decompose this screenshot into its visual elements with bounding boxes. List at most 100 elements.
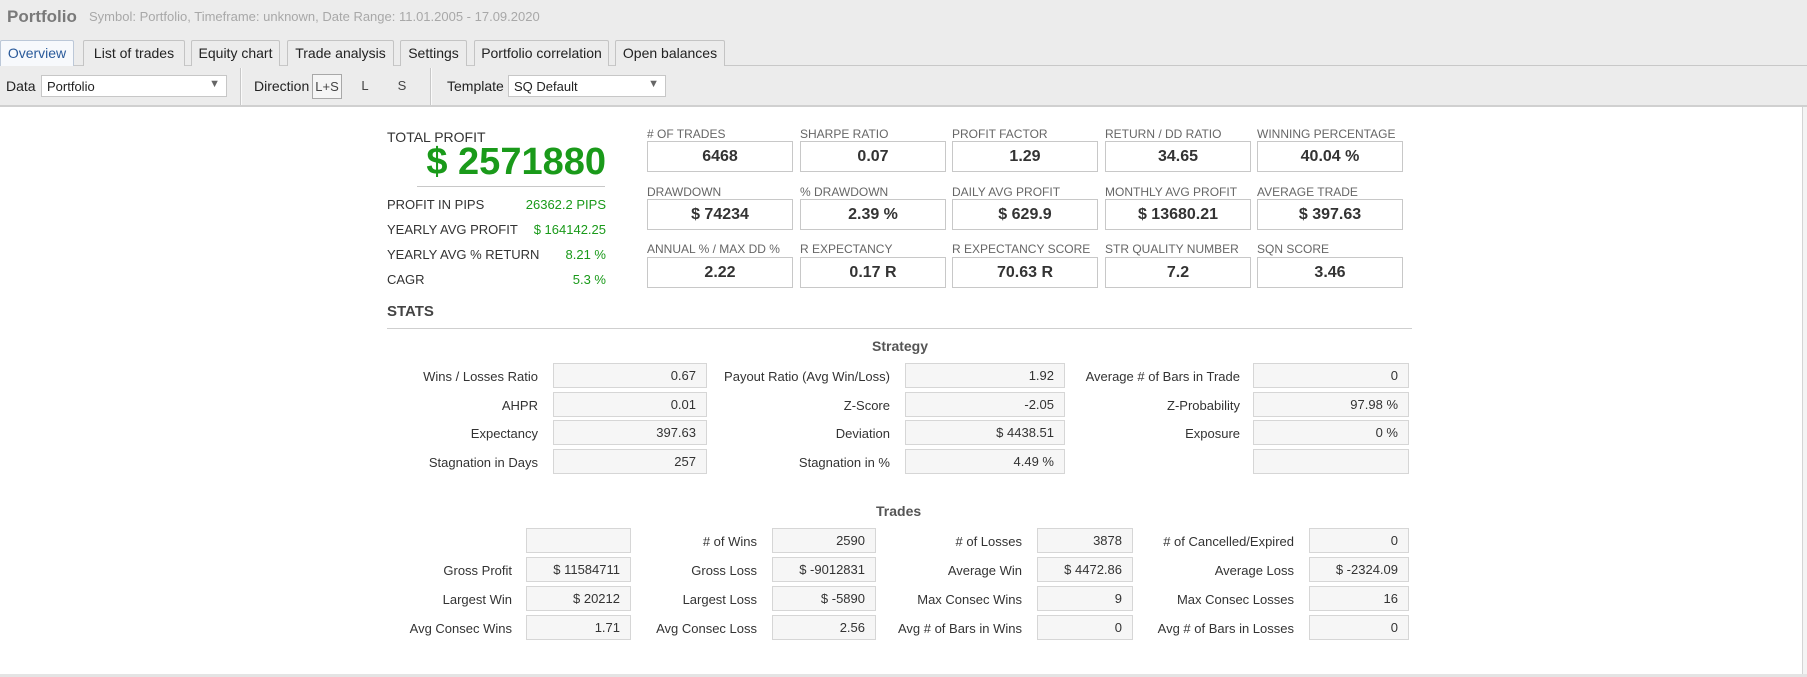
metric-label: RETURN / DD RATIO <box>1105 127 1222 141</box>
metric-label: DRAWDOWN <box>647 185 722 199</box>
tab-trade-analysis[interactable]: Trade analysis <box>287 40 394 66</box>
stat-value: 257 <box>553 449 707 474</box>
stat-value: 9 <box>1037 586 1133 611</box>
metric-value: 7.2 <box>1105 257 1251 288</box>
tab-settings[interactable]: Settings <box>400 40 467 66</box>
metric-label: R EXPECTANCY <box>800 242 893 256</box>
trades-heading: Trades <box>876 503 922 519</box>
stat-label: # of Cancelled/Expired <box>1163 534 1294 549</box>
metric-value: 34.65 <box>1105 141 1251 172</box>
metric-label: SQN SCORE <box>1257 242 1330 256</box>
stat-value: 0 <box>1309 615 1409 640</box>
metric-label: # OF TRADES <box>647 127 726 141</box>
tab-overview[interactable]: Overview <box>0 40 74 67</box>
metric-label: ANNUAL % / MAX DD % <box>647 242 780 256</box>
tab-list-of-trades[interactable]: List of trades <box>83 40 185 66</box>
stat-label: Max Consec Wins <box>917 592 1022 607</box>
filter-toolbar: Data Portfolio ▼ Direction L+S L S Templ… <box>0 66 1807 107</box>
direction-long-button[interactable]: L <box>350 74 380 99</box>
stat-label: Stagnation in % <box>798 455 890 470</box>
metric-label: % DRAWDOWN <box>800 185 889 199</box>
stat-value: 1.92 <box>905 363 1065 388</box>
yearly-avg-return-row: YEARLY AVG % RETURN 8.21 % <box>387 247 606 267</box>
data-select-value: Portfolio <box>47 79 95 94</box>
profit-in-pips-row: PROFIT IN PIPS 26362.2 PIPS <box>387 197 606 217</box>
tab-portfolio-correlation[interactable]: Portfolio correlation <box>474 40 609 66</box>
data-select[interactable]: Portfolio ▼ <box>41 75 227 97</box>
yearly-avg-profit-row: YEARLY AVG PROFIT $ 164142.25 <box>387 222 606 242</box>
stat-value: -2.05 <box>905 392 1065 417</box>
stat-value: 1.71 <box>526 615 631 640</box>
tab-open-balances[interactable]: Open balances <box>615 40 725 66</box>
stat-label: Gross Profit <box>443 563 512 578</box>
stat-label: Wins / Losses Ratio <box>423 369 538 384</box>
metric-value: 2.39 % <box>800 199 946 230</box>
toolbar-divider <box>240 68 242 105</box>
stat-value: $ -5890 <box>772 586 876 611</box>
stat-value: 97.98 % <box>1253 392 1409 417</box>
data-label: Data <box>6 78 36 94</box>
direction-label: Direction <box>254 78 310 94</box>
vertical-scrollbar[interactable] <box>1802 107 1807 677</box>
stat-value: 2590 <box>772 528 876 553</box>
stat-label: Payout Ratio (Avg Win/Loss) <box>724 369 890 384</box>
stat-value: 5.3 % <box>572 272 606 287</box>
stat-value: $ 4438.51 <box>905 420 1065 445</box>
direction-both-button[interactable]: L+S <box>312 74 342 99</box>
stat-label: Max Consec Losses <box>1176 592 1294 607</box>
metric-label: AVERAGE TRADE <box>1257 185 1358 199</box>
stat-value: 8.21 % <box>565 247 606 262</box>
metric-label: PROFIT FACTOR <box>952 127 1048 141</box>
stat-label: Average # of Bars in Trade <box>1085 369 1240 384</box>
stat-value <box>526 528 631 553</box>
stat-label: Avg # of Bars in Losses <box>1157 621 1294 636</box>
metric-value: $ 74234 <box>647 199 793 230</box>
direction-short-button[interactable]: S <box>387 74 417 99</box>
stat-value: 26362.2 PIPS <box>525 197 606 212</box>
stat-value: $ -2324.09 <box>1309 557 1409 582</box>
stat-label: CAGR <box>387 272 425 287</box>
stat-value: 4.49 % <box>905 449 1065 474</box>
stat-label: Largest Loss <box>682 592 757 607</box>
title-bar: Portfolio Symbol: Portfolio, Timeframe: … <box>0 0 1807 33</box>
metric-label: DAILY AVG PROFIT <box>952 185 1061 199</box>
stat-value: 397.63 <box>553 420 707 445</box>
metric-value: 0.07 <box>800 141 946 172</box>
stat-value: $ 164142.25 <box>533 222 606 237</box>
metric-value: 40.04 % <box>1257 141 1403 172</box>
chevron-down-icon: ▼ <box>648 78 659 90</box>
strategy-heading: Strategy <box>872 338 929 354</box>
stat-value <box>1253 449 1409 474</box>
stat-label: AHPR <box>501 398 538 413</box>
toolbar-divider <box>430 68 432 105</box>
stat-label: Average Loss <box>1214 563 1294 578</box>
stat-value: 2.56 <box>772 615 876 640</box>
stat-value: 0.01 <box>553 392 707 417</box>
metric-label: SHARPE RATIO <box>800 127 889 141</box>
metric-label: MONTHLY AVG PROFIT <box>1105 185 1238 199</box>
stat-value: 0 <box>1037 615 1133 640</box>
metric-label: WINNING PERCENTAGE <box>1257 127 1396 141</box>
stat-value: $ 11584711 <box>526 557 631 582</box>
metric-value: 0.17 R <box>800 257 946 288</box>
metric-value: 3.46 <box>1257 257 1403 288</box>
stat-value: $ 4472.86 <box>1037 557 1133 582</box>
metric-label: R EXPECTANCY SCORE <box>952 242 1091 256</box>
total-profit-value: $ 2571880 <box>426 141 606 183</box>
stats-heading: STATS <box>387 303 434 320</box>
stat-value: 0.67 <box>553 363 707 388</box>
window-title: Portfolio <box>7 7 77 26</box>
divider <box>387 328 1412 329</box>
stat-label: Avg # of Bars in Wins <box>897 621 1022 636</box>
stat-value: 3878 <box>1037 528 1133 553</box>
stat-value: $ 20212 <box>526 586 631 611</box>
stat-label: Expectancy <box>470 426 538 441</box>
stat-value: 0 <box>1253 363 1409 388</box>
template-select[interactable]: SQ Default ▼ <box>508 75 666 97</box>
window-subtitle: Symbol: Portfolio, Timeframe: unknown, D… <box>89 9 540 24</box>
tab-equity-chart[interactable]: Equity chart <box>191 40 280 66</box>
stat-label: Stagnation in Days <box>428 455 538 470</box>
stat-label: Avg Consec Wins <box>409 621 512 636</box>
stat-label: Gross Loss <box>691 563 757 578</box>
metric-value: 2.22 <box>647 257 793 288</box>
